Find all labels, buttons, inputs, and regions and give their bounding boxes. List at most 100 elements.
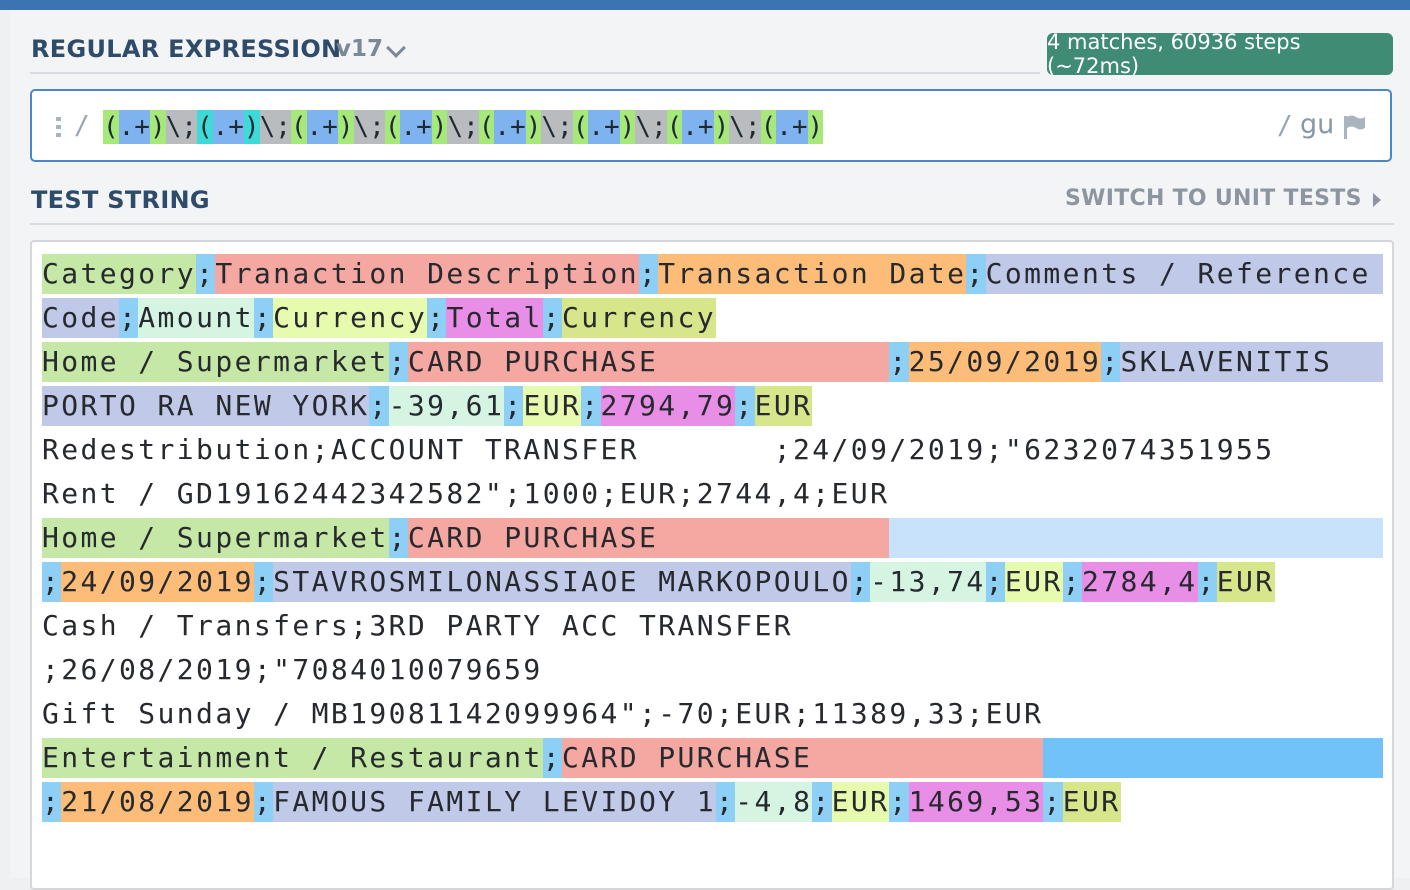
regex-input[interactable]: / (.+) \;(.+) \;(.+) \;(.+) \;(.+) \;(.+) \;(.… (30, 89, 1392, 162)
regex-group-paren: ) (713, 110, 730, 144)
match-group-g7: 2784,4 (1081, 562, 1198, 602)
match-group-g5: Amount (138, 298, 254, 338)
test-line: Gift Sunday / MB19081142099964";-70;EUR;… (42, 694, 1383, 738)
unmatched-text: Redestribution;ACCOUNT TRANSFER ;24/09/2… (42, 433, 1275, 466)
regex-escaped-separator: \; (541, 110, 573, 144)
unmatched-text: ;26/08/2019;"7084010079659 (42, 653, 543, 686)
regex-quantifier-token: .+ (588, 110, 620, 144)
regex-pattern[interactable]: (.+) \;(.+) \;(.+) \;(.+) \;(.+) \;(.+) \;(.+)… (103, 110, 824, 144)
regex-quantifier-token: .+ (494, 110, 526, 144)
regex-quantifier-token: .+ (776, 110, 808, 144)
line-highlight-fill (1370, 254, 1383, 294)
match-group-g3: 24/09/2019 (61, 562, 254, 602)
test-line: ; 24/09/2019; STAVROSMILONASSIAOE MARKOPOU… (42, 562, 1383, 606)
match-separator: ; (504, 386, 524, 426)
top-accent-bar (0, 0, 1410, 10)
match-group-g2: CARD PURCHASE (407, 518, 890, 558)
regex-escaped-separator: \; (353, 110, 385, 144)
match-separator: ; (253, 782, 274, 822)
regex-group-paren: ) (619, 110, 636, 144)
match-separator: ; (1043, 782, 1063, 822)
match-group-g2: CARD PURCHASE (561, 738, 1044, 778)
match-separator: ; (812, 782, 832, 822)
chevron-right-icon[interactable] (1373, 193, 1381, 207)
match-separator: ; (119, 298, 139, 338)
match-separator: ; (850, 562, 871, 602)
regex-group-paren: ( (666, 110, 683, 144)
match-group-g3: Transaction Date (658, 254, 967, 294)
unmatched-text: Rent / GD19162442342582";1000;EUR;2744,4… (42, 477, 890, 510)
match-group-g3: 21/08/2019 (61, 782, 254, 822)
regex-group-paren: ( (760, 110, 777, 144)
regex-group-paren: ( (196, 110, 213, 144)
regex-group-paren: ( (103, 110, 119, 144)
version-label[interactable]: v17 (336, 36, 383, 62)
match-separator: ; (889, 782, 909, 822)
unmatched-text: Gift Sunday / MB19081142099964";-70;EUR;… (42, 697, 1044, 730)
test-line: Code; Amount; Currency; Total; Currency (42, 298, 1383, 342)
test-line: Cash / Transfers;3RD PARTY ACC TRANSFER (42, 606, 1383, 650)
match-separator: ; (388, 518, 408, 558)
unmatched-text: Cash / Transfers;3RD PARTY ACC TRANSFER (42, 609, 794, 642)
match-group-g7: 2794,79 (600, 386, 736, 426)
regex-flags[interactable]: gu (1300, 109, 1334, 140)
match-group-g8: EUR (754, 386, 813, 426)
regex-group-paren: ( (478, 110, 495, 144)
regex-group-paren: ( (290, 110, 307, 144)
regex-group-paren: ) (431, 110, 448, 144)
test-line: ; 21/08/2019; FAMOUS FAMILY LEVIDOY 1; -4,8… (42, 782, 1383, 826)
match-group-g6: Currency (273, 298, 428, 338)
section-divider (30, 223, 1394, 225)
match-separator: ; (42, 562, 62, 602)
match-group-g1: Category (42, 254, 197, 294)
match-group-g4: FAMOUS FAMILY LEVIDOY 1 (273, 782, 717, 822)
regex-escaped-separator: \; (729, 110, 761, 144)
match-group-g4: SKLAVENITIS (1120, 342, 1333, 382)
match-info-badge: 4 matches, 60936 steps (~72ms) (1047, 30, 1393, 78)
regex-group-paren: ( (384, 110, 401, 144)
match-group-g6: EUR (523, 386, 582, 426)
match-separator: ; (427, 298, 447, 338)
match-group-g8: EUR (1216, 562, 1275, 602)
test-string-input[interactable]: Category; Tranaction Description; Transact… (30, 240, 1394, 890)
regex-escaped-separator: \; (447, 110, 479, 144)
test-line: Redestribution;ACCOUNT TRANSFER ;24/09/2… (42, 430, 1383, 474)
test-line: Category; Tranaction Description; Transact… (42, 254, 1383, 298)
match-group-g1: Home / Supermarket (42, 518, 389, 558)
drag-handle-icon[interactable] (56, 117, 62, 137)
test-line: ;26/08/2019;"7084010079659 (42, 650, 1383, 694)
match-group-g4: Comments / Reference (985, 254, 1371, 294)
flag-icon[interactable] (1342, 114, 1366, 140)
match-group-g7: Total (446, 298, 543, 338)
match-separator: ; (966, 254, 986, 294)
regex-quantifier-token: .+ (400, 110, 432, 144)
regex-group-paren: ) (807, 110, 824, 144)
match-separator: ; (253, 562, 274, 602)
test-line: Rent / GD19162442342582";1000;EUR;2744,4… (42, 474, 1383, 518)
regex-open-delimiter: / (74, 111, 90, 141)
match-group-g7: 1469,53 (908, 782, 1044, 822)
match-group-g5: -4,8 (735, 782, 813, 822)
match-separator: ; (542, 298, 562, 338)
regex-section-title: REGULAR EXPRESSION (31, 35, 342, 63)
regex-escaped-separator: \; (165, 110, 197, 144)
test-line: Home / Supermarket; CARD PURCHASE (42, 518, 1383, 562)
match-group-g4: PORTO RA NEW YORK (42, 386, 370, 426)
regex-escaped-separator: \; (259, 110, 291, 144)
section-divider (30, 72, 1040, 74)
match-separator: ; (581, 386, 601, 426)
match-group-g5: -13,74 (870, 562, 986, 602)
regex-group-paren: ) (149, 110, 166, 144)
match-separator: ; (1197, 562, 1217, 602)
match-separator: ; (1101, 342, 1121, 382)
match-group-g4: Code (42, 298, 120, 338)
regex-group-paren: ) (525, 110, 542, 144)
match-group-g5: -39,61 (388, 386, 505, 426)
switch-to-unit-tests-button[interactable]: SWITCH TO UNIT TESTS (1065, 186, 1362, 211)
regex-quantifier-token: .+ (118, 110, 150, 144)
match-group-g2: CARD PURCHASE (407, 342, 890, 382)
regex-quantifier-token: .+ (306, 110, 338, 144)
test-line: Entertainment / Restaurant; CARD PURCHASE (42, 738, 1383, 782)
match-group-g4: STAVROSMILONASSIAOE MARKOPOULO (273, 562, 851, 602)
regex-group-paren: ) (243, 110, 260, 144)
